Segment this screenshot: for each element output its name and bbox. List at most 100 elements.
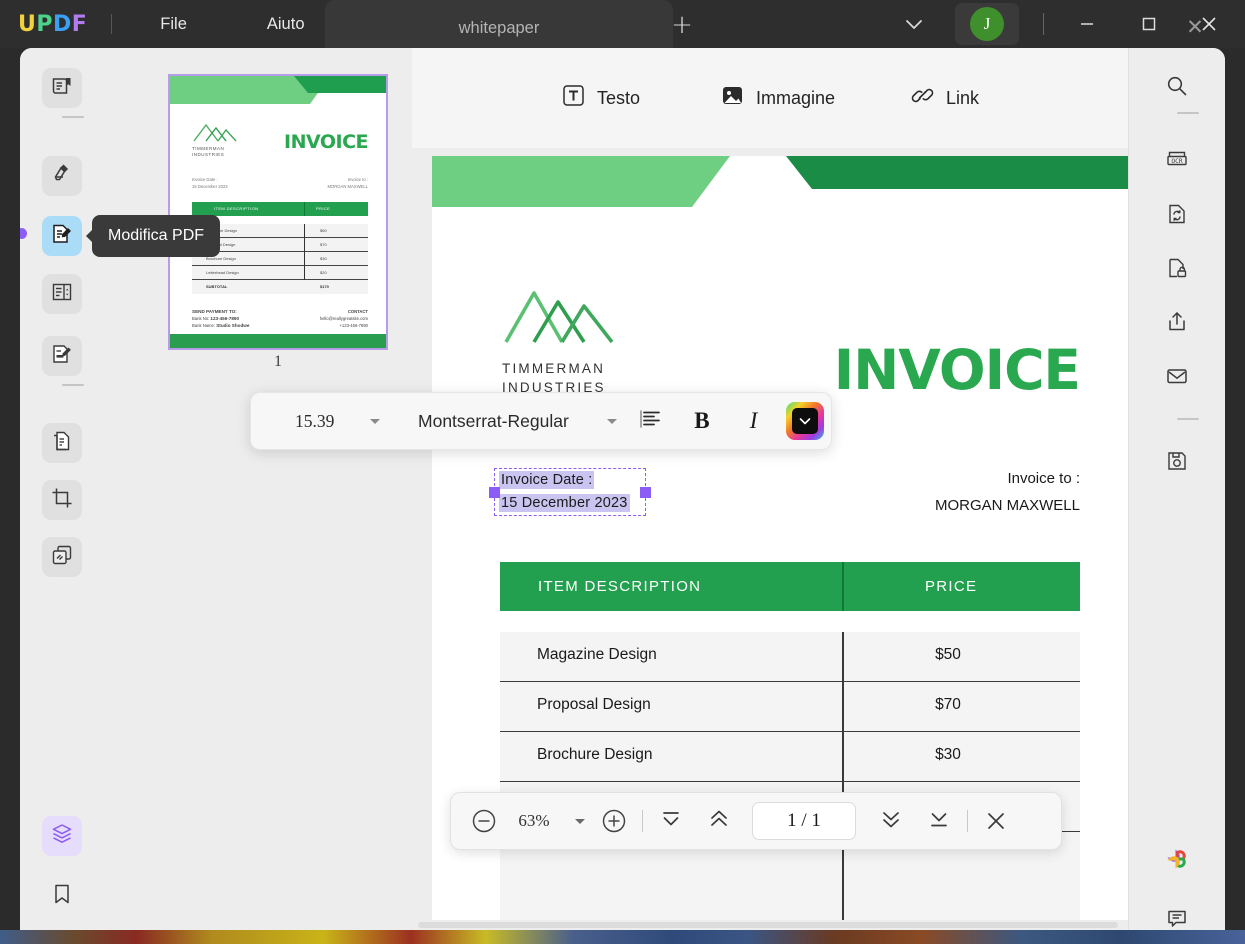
zoom-in-button[interactable] xyxy=(595,802,633,840)
edit-mode-toolbar: Testo Immagine Link xyxy=(412,48,1128,148)
page-band-dark xyxy=(786,156,1148,189)
chevron-down-icon[interactable] xyxy=(898,10,930,38)
reader-icon xyxy=(50,74,74,103)
edit-tool-immagine[interactable]: Immagine xyxy=(720,83,835,113)
sidebar-item-bookmark[interactable] xyxy=(42,876,82,916)
table-row[interactable]: Proposal Design $70 xyxy=(500,682,1080,732)
protect-icon xyxy=(1165,256,1189,285)
selected-text-box[interactable]: Invoice Date : 15 December 2023 xyxy=(489,468,651,516)
sidebar-item-comments-panel[interactable] xyxy=(1157,901,1197,930)
edit-tool-immagine-label: Immagine xyxy=(755,87,836,108)
sidebar-item-email[interactable] xyxy=(1157,358,1197,398)
thumb-contact-info: CONTACT hello@reallygreatsite.com +123-4… xyxy=(319,309,368,328)
link-icon xyxy=(910,83,935,113)
edit-tool-testo[interactable]: Testo xyxy=(561,83,640,113)
resize-handle-right[interactable] xyxy=(640,487,651,498)
thumb-invoice-to: Invoice to : MORGAN MAXWELL xyxy=(327,177,369,189)
thumb-band-light xyxy=(170,76,330,104)
prev-page-button[interactable] xyxy=(700,802,738,840)
table-row[interactable]: Magazine Design $50 xyxy=(500,632,1080,682)
horizontal-scrollbar[interactable] xyxy=(412,920,1128,930)
sidebar-item-convert-pdf[interactable] xyxy=(42,423,82,463)
last-page-icon xyxy=(927,808,951,835)
edit-tool-testo-label: Testo xyxy=(596,87,640,108)
company-name-line-1: TIMMERMAN xyxy=(502,361,606,376)
annotate-highlighter-icon xyxy=(50,162,74,191)
zoom-level-value[interactable]: 63% xyxy=(503,811,565,831)
sidebar-item-edit-pdf[interactable] xyxy=(42,216,82,256)
window-close-button[interactable] xyxy=(1190,6,1228,42)
first-page-icon xyxy=(659,808,683,835)
font-family-dropdown-icon[interactable] xyxy=(599,416,625,426)
sidebar-item-crop-page[interactable] xyxy=(42,480,82,520)
first-page-button[interactable] xyxy=(652,802,690,840)
sidebar-item-reader[interactable] xyxy=(42,68,82,108)
sidebar-item-search[interactable] xyxy=(1157,68,1197,108)
text-format-toolbar: 15.39 Montserrat-Regular B I xyxy=(250,392,832,450)
bold-button[interactable]: B xyxy=(676,401,728,441)
next-page-button[interactable] xyxy=(872,802,910,840)
resize-handle-left[interactable] xyxy=(489,487,500,498)
email-icon xyxy=(1165,364,1189,393)
table-row[interactable]: Brochure Design $30 xyxy=(500,732,1080,782)
table-cell-price: $70 xyxy=(935,696,961,713)
invoice-date-value[interactable]: 15 December 2023 xyxy=(499,494,630,512)
sidebar-item-batch[interactable] xyxy=(42,537,82,577)
page-thumbnail-1[interactable]: TIMMERMAN INDUSTRIES INVOICE Invoice Dat… xyxy=(168,74,388,350)
thumb-table-subtotal: SUBTOTAL $170 xyxy=(206,284,329,289)
right-rail-separator-1 xyxy=(1177,112,1199,114)
next-page-icon xyxy=(879,808,903,835)
sidebar-item-annotate[interactable] xyxy=(42,156,82,196)
convert-pdf-icon xyxy=(50,429,74,458)
invoice-table-body: Magazine Design $50 Proposal Design $70 … xyxy=(500,632,1080,922)
window-maximize-button[interactable] xyxy=(1130,6,1168,42)
last-page-button[interactable] xyxy=(920,802,958,840)
table-header-divider xyxy=(842,562,844,611)
invoice-to-block: Invoice to : MORGAN MAXWELL xyxy=(935,465,1080,519)
menu-aiuto[interactable]: Aiuto xyxy=(251,9,321,40)
ai-assistant-icon xyxy=(1163,845,1191,878)
menu-file[interactable]: File xyxy=(144,9,203,40)
save-as-icon xyxy=(1165,449,1189,478)
sidebar-item-ocr[interactable]: OCR xyxy=(1157,141,1197,181)
font-size-input[interactable]: 15.39 xyxy=(267,411,362,432)
sidebar-item-ai-assistant[interactable] xyxy=(1157,841,1197,881)
layers-icon xyxy=(50,822,74,851)
window-minimize-button[interactable] xyxy=(1068,6,1106,42)
invoice-date-label[interactable]: Invoice Date : xyxy=(499,471,595,489)
thumb-table-head: ITEM DESCRIPTION PRICE xyxy=(192,202,368,216)
sidebar-item-layers[interactable] xyxy=(42,816,82,856)
edit-tool-link[interactable]: Link xyxy=(910,83,979,113)
align-left-button[interactable] xyxy=(624,401,676,441)
italic-button[interactable]: I xyxy=(728,401,780,441)
page-band-light xyxy=(432,156,730,207)
bookmark-icon xyxy=(50,882,74,911)
page-number-input[interactable]: 1 / 1 xyxy=(752,802,856,840)
sidebar-item-fill-sign[interactable] xyxy=(42,336,82,376)
desktop-taskbar-strip xyxy=(0,930,1245,944)
font-size-dropdown-icon[interactable] xyxy=(362,416,388,426)
text-color-button[interactable] xyxy=(779,401,831,441)
italic-label: I xyxy=(749,408,758,433)
sidebar-item-save-as[interactable] xyxy=(1157,443,1197,483)
batch-icon xyxy=(50,543,74,572)
sidebar-item-protect[interactable] xyxy=(1157,250,1197,290)
titlebar-divider-2 xyxy=(1043,13,1044,35)
close-pagebar-button[interactable] xyxy=(977,802,1015,840)
zoom-dropdown-icon[interactable] xyxy=(565,802,595,840)
table-cell-description: Brochure Design xyxy=(537,746,653,763)
page-thumbnail-number: 1 xyxy=(274,353,282,370)
panel-drag-handle[interactable] xyxy=(20,228,27,239)
horizontal-scrollbar-thumb[interactable] xyxy=(418,922,1118,928)
logo-letter-p: P xyxy=(36,11,53,37)
pagebar-separator-1 xyxy=(642,810,643,832)
zoom-out-button[interactable] xyxy=(465,802,503,840)
account-avatar-button[interactable]: J xyxy=(955,3,1019,45)
new-tab-icon[interactable]: + xyxy=(668,12,696,40)
sidebar-item-share[interactable] xyxy=(1157,304,1197,344)
sidebar-item-organize-pages[interactable] xyxy=(42,274,82,314)
font-family-select[interactable]: Montserrat-Regular xyxy=(388,411,599,432)
sidebar-item-compare[interactable] xyxy=(1157,196,1197,236)
crop-page-icon xyxy=(50,486,74,515)
color-swatch[interactable] xyxy=(786,402,825,440)
